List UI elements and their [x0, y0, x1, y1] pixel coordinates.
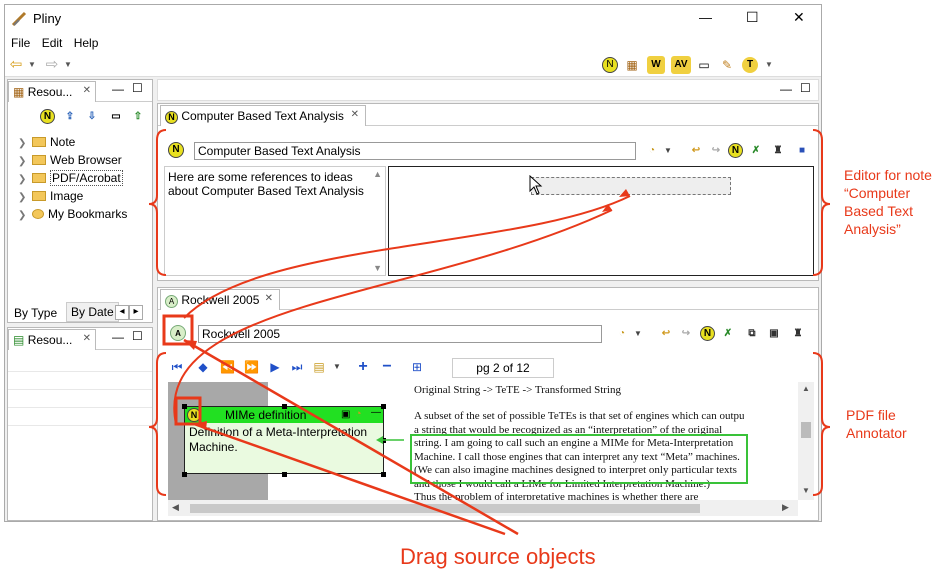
annotation-line: Annotator: [846, 425, 907, 441]
drag-source-label: Drag source objects: [400, 544, 596, 569]
pdf-annotation-label: PDF file Annotator: [846, 406, 907, 442]
annotation-overlay: [148, 129, 831, 536]
annotation-line: Based Text: [844, 203, 914, 219]
annotation-line: Analysis”: [844, 221, 901, 237]
annotation-line: Editor for note: [844, 167, 932, 183]
annotation-line: PDF file: [846, 407, 896, 423]
annotation-line: “Computer: [844, 185, 911, 201]
editor-annotation-label: Editor for note “Computer Based Text Ana…: [844, 166, 948, 238]
